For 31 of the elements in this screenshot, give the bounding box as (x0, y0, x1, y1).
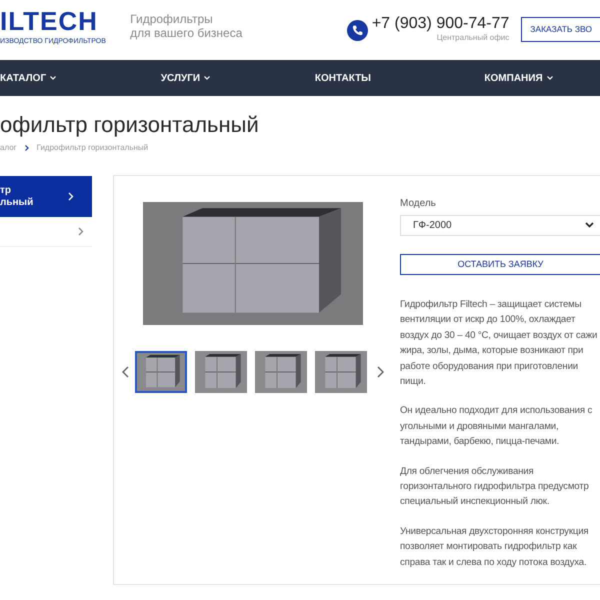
nav-link[interactable]: КОНТАКТЫ (314, 70, 484, 86)
sidebar-item[interactable]: тр льный (0, 176, 92, 217)
field-label: Модель (400, 197, 437, 211)
breadcrumb-item: Гидрофильтр горизонтальный (36, 142, 148, 154)
nav-link[interactable]: КАТАЛОГ (0, 70, 161, 86)
phone-number[interactable]: +7 (903) 900-74-77 (372, 16, 510, 32)
thumbnail[interactable] (195, 351, 247, 393)
order-button[interactable]: ОСТАВИТЬ ЗАЯВКУ (400, 254, 600, 275)
tagline-text: для вашего бизнеса (130, 26, 244, 40)
description-paragraph: Универсальная двухсторонняя конструкция позволяет монтировать гидрофильтр как справа так и слева по ходу потока воздуха. (400, 524, 590, 570)
thumbnail[interactable] (315, 351, 367, 393)
phone-icon (346, 20, 368, 40)
description-paragraph: Гидрофильтр Filtech – защищает системы вентиляции от искр до 100%, охлаждает воздух до 30 – 40 °С, очищает воздух от сажи жира, золы, дыма, которые возникают при работе оборудования при приготовлении пищи. (400, 298, 598, 389)
description-paragraph: Он идеально подходит для использования с угольными и дровяными мангалами, тандырами, барбекю, пицца-печами. (400, 404, 594, 450)
nav-link[interactable]: КОМПАНИЯ (484, 70, 600, 86)
model-select[interactable]: ГФ-2000 (400, 215, 600, 236)
chevron-icon (68, 192, 74, 201)
description-paragraph: Для облегчения обслуживания горизонтального гидрофильтра предусмотр специальный инспекционный люк. (400, 464, 590, 510)
chevron-right-icon[interactable] (377, 366, 384, 378)
page-title: офильтр горизонтальный (0, 112, 260, 138)
callback-button[interactable]: ЗАКАЗАТЬ ЗВО (521, 17, 600, 42)
thumbnail[interactable] (135, 351, 187, 393)
chevron-left-icon[interactable] (122, 366, 129, 378)
chevron-icon (24, 145, 29, 151)
logo-text[interactable]: ILTECH (0, 8, 130, 34)
chevron-icon (78, 227, 84, 236)
thumbnail[interactable] (255, 351, 307, 393)
phone-caption: Центральный офис (436, 32, 510, 44)
chevron-down-icon (585, 222, 594, 228)
tagline-text: Гидрофильтры (130, 12, 214, 26)
nav-link[interactable]: УСЛУГИ (160, 70, 315, 86)
